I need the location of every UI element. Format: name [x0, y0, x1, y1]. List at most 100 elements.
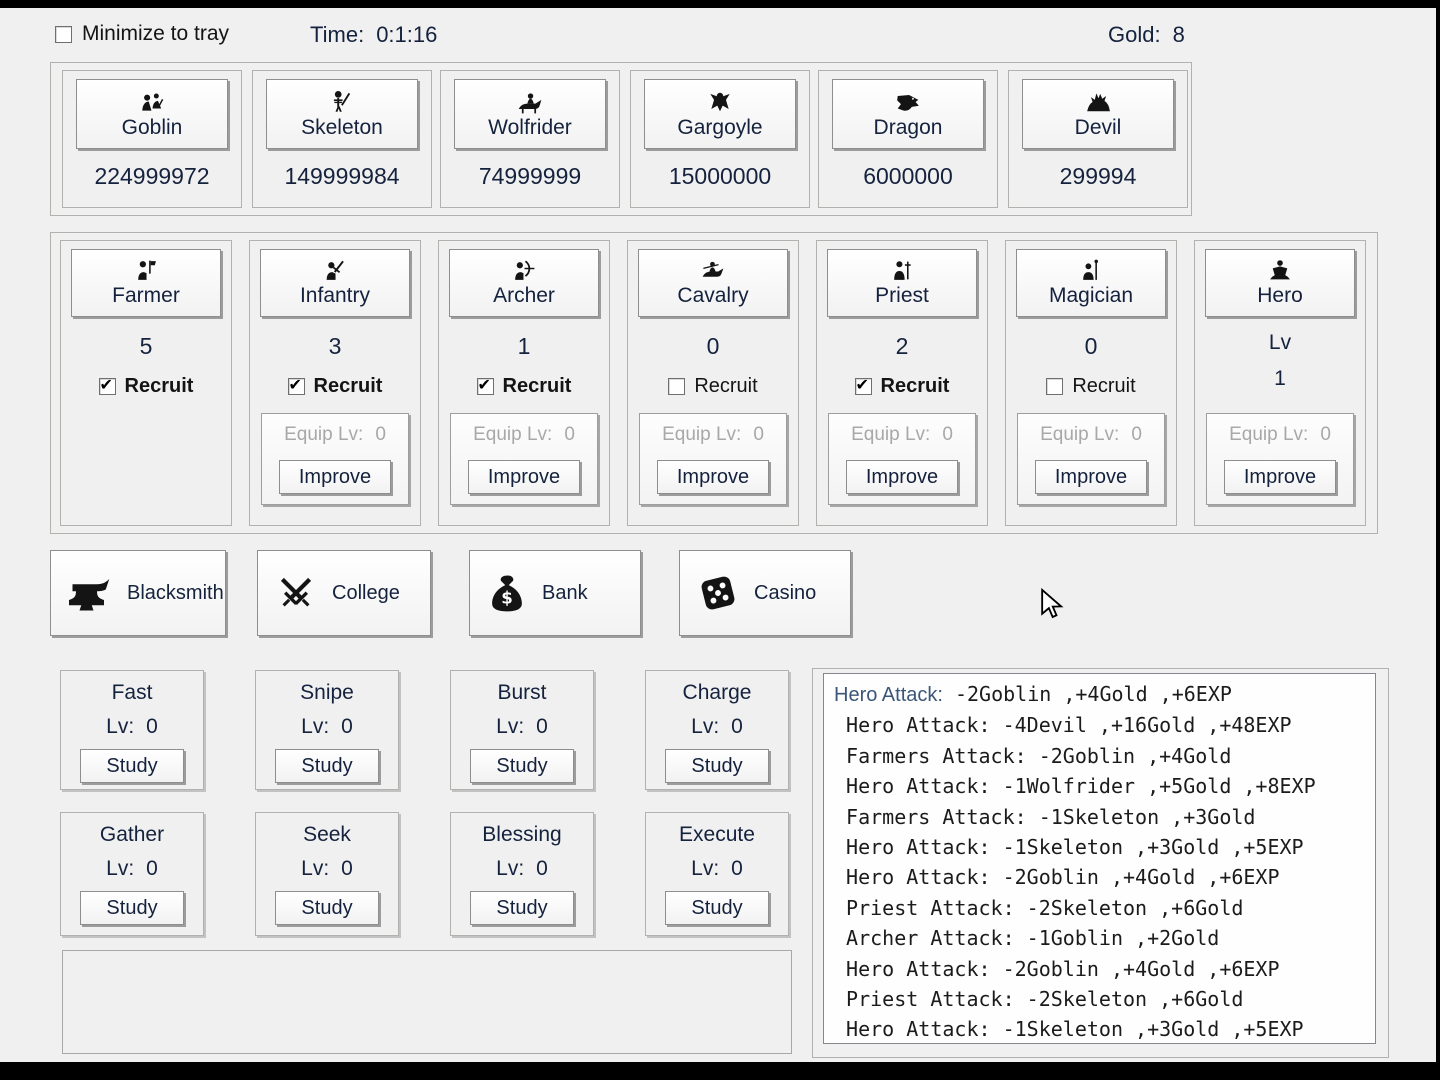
college-button[interactable]: College: [257, 550, 431, 636]
priest-label: Priest: [875, 284, 929, 308]
magician-button[interactable]: Magician: [1016, 249, 1166, 317]
archer-recruit-row[interactable]: Recruit: [439, 375, 609, 398]
skeleton-button[interactable]: Skeleton: [266, 79, 418, 149]
infantry-button[interactable]: Infantry: [260, 249, 410, 317]
farmer-count: 5: [61, 333, 231, 360]
hero-icon: [1266, 258, 1294, 283]
farmer-panel: Farmer 5 Recruit: [60, 240, 232, 526]
game-window: Minimize to tray Time: 0:1:16 Gold: 8 Go…: [0, 0, 1440, 1080]
minimize-to-tray-checkbox[interactable]: [55, 26, 72, 43]
magician-recruit-row[interactable]: Recruit: [1006, 375, 1176, 398]
priest-equip-box: Equip Lv:0 Improve: [828, 413, 976, 505]
skill-seek-name: Seek: [256, 823, 398, 847]
skill-snipe-study-button[interactable]: Study: [275, 749, 379, 783]
magician-improve-button[interactable]: Improve: [1035, 460, 1147, 494]
cavalry-recruit-checkbox[interactable]: [668, 378, 685, 395]
priest-improve-button[interactable]: Improve: [846, 460, 958, 494]
skill-gather-name: Gather: [61, 823, 203, 847]
battle-log-list[interactable]: Hero Attack: -2Goblin ,+4Gold ,+6EXP Her…: [823, 673, 1376, 1044]
blacksmith-button[interactable]: Blacksmith: [50, 550, 226, 636]
cavalry-button[interactable]: Cavalry: [638, 249, 788, 317]
log-line: Hero Attack: -2Goblin ,+4Gold ,+6EXP: [834, 679, 1375, 710]
cavalry-count: 0: [628, 333, 798, 360]
mouse-cursor: [1040, 588, 1066, 625]
infantry-panel: Infantry 3 Recruit Equip Lv:0 Improve: [249, 240, 421, 526]
skill-charge-level: Lv:0: [646, 715, 788, 739]
gargoyle-button[interactable]: Gargoyle: [644, 79, 796, 149]
farmer-recruit-checkbox[interactable]: [99, 378, 116, 395]
skill-charge-study-button[interactable]: Study: [665, 749, 769, 783]
skill-burst-study-button[interactable]: Study: [470, 749, 574, 783]
skill-gather-study-button[interactable]: Study: [80, 891, 184, 925]
bank-button[interactable]: $ Bank: [469, 550, 641, 636]
magician-recruit-checkbox[interactable]: [1046, 378, 1063, 395]
goblin-button[interactable]: Goblin: [76, 79, 228, 149]
goblin-label: Goblin: [122, 116, 183, 140]
skill-box-charge: Charge Lv:0 Study: [645, 670, 789, 790]
infantry-improve-button[interactable]: Improve: [279, 460, 391, 494]
gargoyle-icon: [706, 89, 734, 115]
empty-info-box: [62, 950, 792, 1054]
dragon-label: Dragon: [874, 116, 943, 140]
casino-icon: [696, 571, 740, 615]
priest-recruit-row[interactable]: Recruit: [817, 375, 987, 398]
magician-count: 0: [1006, 333, 1176, 360]
casino-label: Casino: [754, 582, 816, 605]
devil-icon: [1083, 89, 1113, 115]
skill-fast-study-button[interactable]: Study: [80, 749, 184, 783]
infantry-recruit-row[interactable]: Recruit: [250, 375, 420, 398]
wolfrider-count: 74999999: [441, 163, 619, 190]
skill-seek-study-button[interactable]: Study: [275, 891, 379, 925]
skill-execute-study-button[interactable]: Study: [665, 891, 769, 925]
hero-level-label: Lv: [1195, 331, 1365, 355]
cavalry-panel: Cavalry 0 Recruit Equip Lv:0 Improve: [627, 240, 799, 526]
cavalry-label: Cavalry: [677, 284, 748, 308]
priest-button[interactable]: Priest: [827, 249, 977, 317]
skill-gather-level: Lv:0: [61, 857, 203, 881]
log-line: Farmers Attack: -2Goblin ,+4Gold: [834, 741, 1375, 771]
dragon-panel: Dragon 6000000: [818, 70, 998, 208]
archer-recruit-label: Recruit: [503, 375, 572, 398]
skill-burst-level: Lv:0: [451, 715, 593, 739]
archer-equip-level-label: Equip Lv:0: [451, 424, 597, 446]
skill-box-snipe: Snipe Lv:0 Study: [255, 670, 399, 790]
hero-label: Hero: [1257, 284, 1303, 308]
casino-button[interactable]: Casino: [679, 550, 851, 636]
bank-label: Bank: [542, 582, 588, 605]
dragon-count: 6000000: [819, 163, 997, 190]
cavalry-equip-level-label: Equip Lv:0: [640, 424, 786, 446]
college-label: College: [332, 582, 400, 605]
goblin-icon: [138, 89, 166, 115]
log-line: Hero Attack: -2Goblin ,+4Gold ,+6EXP: [834, 862, 1375, 892]
time-value: 0:1:16: [376, 22, 437, 48]
archer-recruit-checkbox[interactable]: [477, 378, 494, 395]
farmer-icon: [133, 258, 159, 283]
dragon-button[interactable]: Dragon: [832, 79, 984, 149]
gargoyle-label: Gargoyle: [677, 116, 762, 140]
minimize-to-tray-row[interactable]: Minimize to tray: [55, 22, 229, 46]
gargoyle-panel: Gargoyle 15000000: [630, 70, 810, 208]
cavalry-improve-button[interactable]: Improve: [657, 460, 769, 494]
archer-improve-button[interactable]: Improve: [468, 460, 580, 494]
infantry-recruit-checkbox[interactable]: [288, 378, 305, 395]
skeleton-count: 149999984: [253, 163, 431, 190]
farmer-button[interactable]: Farmer: [71, 249, 221, 317]
archer-button[interactable]: Archer: [449, 249, 599, 317]
college-icon: [274, 572, 318, 614]
hero-improve-button[interactable]: Improve: [1224, 460, 1336, 494]
devil-button[interactable]: Devil: [1022, 79, 1174, 149]
wolfrider-button[interactable]: Wolfrider: [454, 79, 606, 149]
priest-recruit-checkbox[interactable]: [855, 378, 872, 395]
cavalry-recruit-row[interactable]: Recruit: [628, 375, 798, 398]
skill-blessing-study-button[interactable]: Study: [470, 891, 574, 925]
farmer-recruit-row[interactable]: Recruit: [61, 375, 231, 398]
log-line: Priest Attack: -2Skeleton ,+6Gold: [834, 984, 1375, 1014]
hero-button[interactable]: Hero: [1205, 249, 1355, 317]
skill-fast-name: Fast: [61, 681, 203, 705]
infantry-equip-box: Equip Lv:0 Improve: [261, 413, 409, 505]
magician-equip-box: Equip Lv:0 Improve: [1017, 413, 1165, 505]
log-line: Priest Attack: -2Skeleton ,+6Gold: [834, 893, 1375, 923]
farmer-label: Farmer: [112, 284, 180, 308]
magician-panel: Magician 0 Recruit Equip Lv:0 Improve: [1005, 240, 1177, 526]
priest-count: 2: [817, 333, 987, 360]
